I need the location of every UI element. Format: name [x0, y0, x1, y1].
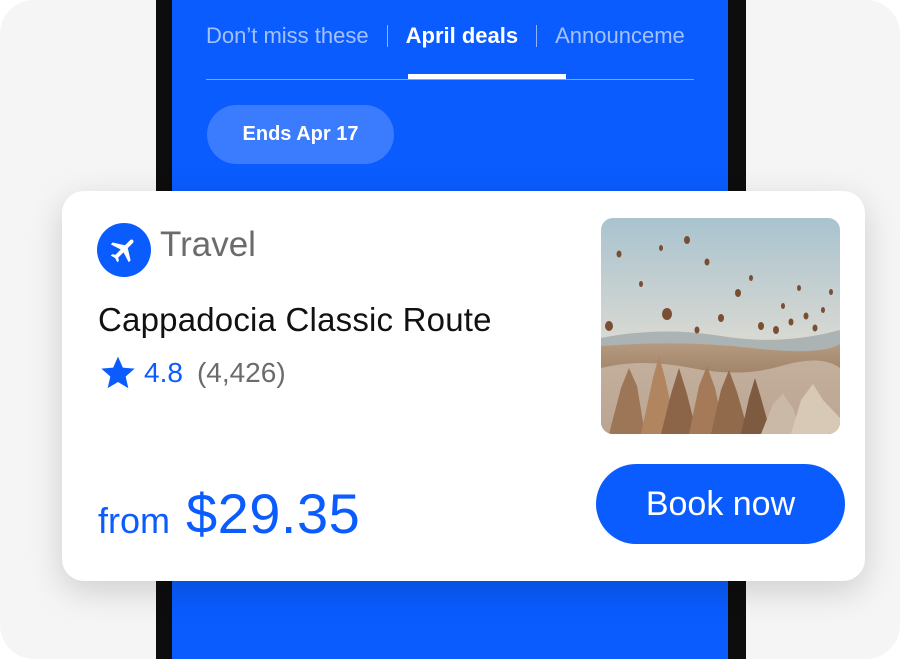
tab-separator — [386, 25, 388, 47]
price-row: from $29.35 — [98, 481, 360, 546]
rating-value: 4.8 — [144, 357, 183, 388]
deal-title[interactable]: Cappadocia Classic Route — [98, 301, 492, 339]
ends-date-chip: Ends Apr 17 — [207, 105, 394, 164]
deal-image[interactable] — [601, 218, 840, 434]
tab-april-deals[interactable]: April deals — [406, 23, 518, 49]
price-value: $29.35 — [186, 482, 361, 545]
active-tab-indicator — [408, 74, 566, 79]
category-label: Travel — [160, 225, 256, 264]
deal-card[interactable]: Travel Cappadocia Classic Route 4.8 (4,4… — [62, 191, 865, 581]
tab-divider — [206, 79, 694, 80]
price-prefix: from — [98, 500, 170, 541]
tab-bar: Don’t miss these April deals Announceme — [206, 16, 746, 56]
tab-dont-miss-these[interactable]: Don’t miss these — [206, 23, 369, 49]
book-now-button[interactable]: Book now — [596, 464, 845, 544]
star-icon — [101, 356, 135, 389]
airplane-icon — [97, 223, 151, 277]
rating-row: 4.8 (4,426) — [98, 353, 286, 393]
tab-separator — [536, 25, 538, 47]
review-count: (4,426) — [196, 357, 286, 388]
tab-announcements[interactable]: Announceme — [555, 23, 685, 49]
